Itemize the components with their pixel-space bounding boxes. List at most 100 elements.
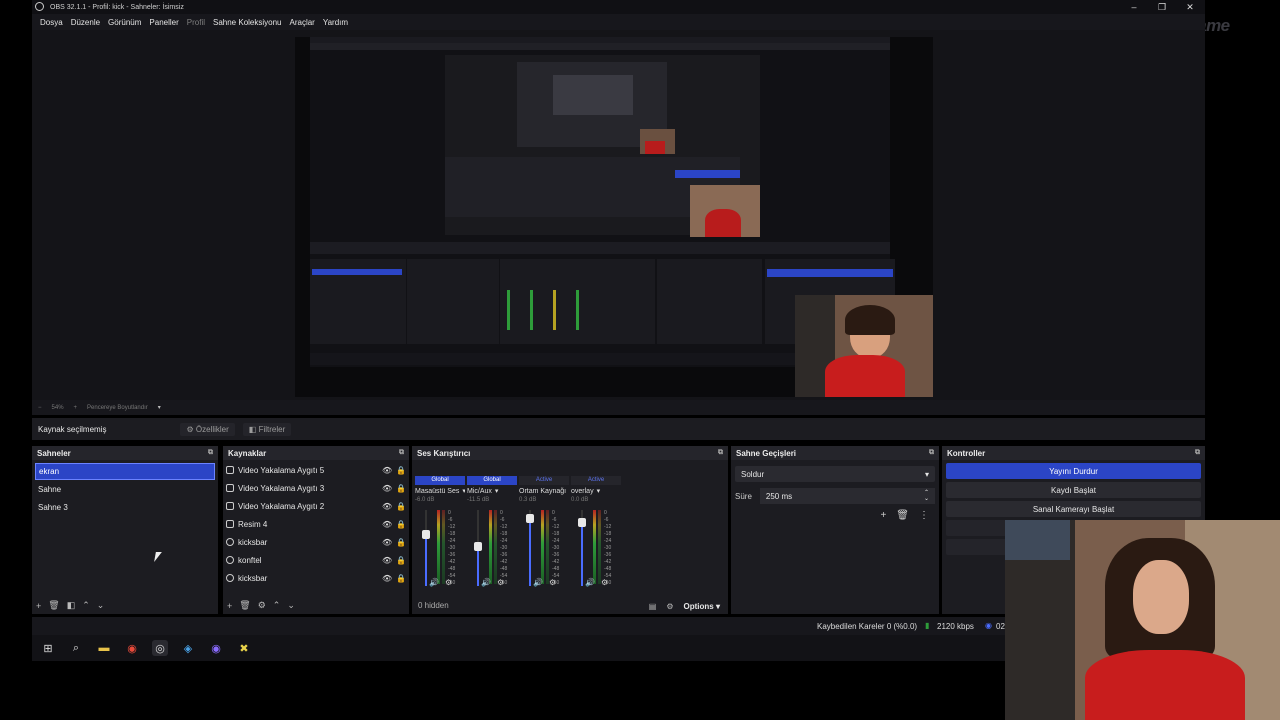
- undock-icon[interactable]: ⧉: [1195, 449, 1200, 457]
- minimize-button[interactable]: –: [1120, 0, 1148, 14]
- channel-settings-icon[interactable]: ⚙: [601, 578, 608, 587]
- visibility-eye-icon[interactable]: 👁: [382, 556, 392, 565]
- db-tick: -42: [552, 559, 560, 565]
- source-item[interactable]: Video Yakalama Aygıtı 5 👁 🔒: [223, 461, 409, 479]
- visibility-eye-icon[interactable]: 👁: [382, 484, 392, 493]
- lock-icon[interactable]: 🔒: [396, 520, 406, 529]
- add-transition-button[interactable]: +: [880, 510, 886, 521]
- folder-icon[interactable]: ▬: [96, 640, 112, 656]
- stepper-icon[interactable]: ⌃ ⌄: [924, 490, 929, 502]
- remove-source-button[interactable]: 🗑: [239, 600, 250, 611]
- zoom-in-button[interactable]: +: [74, 405, 78, 411]
- volume-knob[interactable]: [474, 541, 482, 551]
- tool-icon[interactable]: ✖: [236, 640, 252, 656]
- source-properties-button[interactable]: ⚙: [258, 600, 266, 611]
- search-icon[interactable]: ⌕: [68, 640, 84, 656]
- restore-button[interactable]: ❐: [1148, 0, 1176, 14]
- scene-item[interactable]: ekran: [35, 463, 215, 480]
- channel-name-dropdown[interactable]: Ortam Kaynağı▾: [519, 485, 569, 497]
- lock-icon[interactable]: 🔒: [396, 556, 406, 565]
- move-down-button[interactable]: ⌄: [97, 600, 105, 611]
- lock-icon[interactable]: 🔒: [396, 466, 406, 475]
- obs-icon[interactable]: ◎: [152, 640, 168, 656]
- move-up-button[interactable]: ⌃: [273, 600, 281, 611]
- lock-icon[interactable]: 🔒: [396, 484, 406, 493]
- chevron-down-icon[interactable]: ▾: [158, 404, 161, 411]
- start-virtual-camera-button[interactable]: Sanal Kamerayı Başlat: [946, 501, 1201, 517]
- speaker-icon[interactable]: 🔊: [429, 578, 439, 587]
- options-button[interactable]: Options ▾: [684, 602, 720, 611]
- db-tick: -18: [500, 531, 508, 537]
- sources-dock: Kaynaklar ⧉ Video Yakalama Aygıtı 5 👁 🔒 Vid…: [223, 446, 409, 614]
- undock-icon[interactable]: ⧉: [929, 449, 934, 457]
- stop-streaming-button[interactable]: Yayını Durdur: [946, 463, 1201, 479]
- visibility-eye-icon[interactable]: 👁: [382, 466, 392, 475]
- mixer-settings-icon[interactable]: ⚙: [666, 602, 673, 611]
- browser-app-icon[interactable]: ◉: [208, 640, 224, 656]
- menu-help[interactable]: Yardım: [323, 18, 348, 27]
- source-item[interactable]: kicksbar 👁 🔒: [223, 533, 409, 551]
- visibility-eye-icon[interactable]: 👁: [382, 538, 392, 547]
- scene-filters-button[interactable]: ◧: [67, 600, 76, 611]
- menu-edit[interactable]: Düzenle: [71, 18, 100, 27]
- zoom-out-button[interactable]: −: [38, 405, 42, 411]
- menu-view[interactable]: Görünüm: [108, 18, 141, 27]
- volume-slider[interactable]: [425, 510, 427, 586]
- menu-bar: Dosya Düzenle Görünüm Paneller Profil Sa…: [32, 14, 1205, 30]
- speaker-icon[interactable]: 🔊: [533, 578, 543, 587]
- start-recording-button[interactable]: Kaydı Başlat: [946, 482, 1201, 498]
- mixer-title: Ses Karıştırıcı: [417, 448, 471, 458]
- channel-settings-icon[interactable]: ⚙: [549, 578, 556, 587]
- chrome-icon[interactable]: ◉: [124, 640, 140, 656]
- add-scene-button[interactable]: +: [36, 601, 41, 611]
- menu-docks[interactable]: Paneller: [149, 18, 178, 27]
- scene-item[interactable]: Sahne 3: [35, 499, 215, 516]
- source-item[interactable]: kicksbar 👁 🔒: [223, 569, 409, 587]
- close-button[interactable]: ✕: [1176, 0, 1204, 14]
- source-item[interactable]: Video Yakalama Aygıtı 3 👁 🔒: [223, 479, 409, 497]
- filters-button[interactable]: ◧ Filtreler: [242, 422, 292, 436]
- layout-icon[interactable]: ▤: [649, 602, 657, 611]
- app-icon[interactable]: ◈: [180, 640, 196, 656]
- speaker-icon[interactable]: 🔊: [585, 578, 595, 587]
- duration-field[interactable]: 250 ms ⌃ ⌄: [759, 488, 935, 504]
- properties-button[interactable]: ⚙ Özellikler: [180, 422, 235, 436]
- move-up-button[interactable]: ⌃: [82, 600, 90, 611]
- visibility-eye-icon[interactable]: 👁: [382, 520, 392, 529]
- visibility-eye-icon[interactable]: 👁: [382, 502, 392, 511]
- program-preview[interactable]: [295, 37, 933, 397]
- remove-scene-button[interactable]: 🗑: [48, 600, 59, 611]
- undock-icon[interactable]: ⧉: [718, 449, 723, 457]
- menu-tools[interactable]: Araçlar: [290, 18, 315, 27]
- volume-knob[interactable]: [422, 529, 430, 539]
- menu-profile[interactable]: Profil: [187, 18, 205, 27]
- undock-icon[interactable]: ⧉: [208, 449, 213, 457]
- more-options-icon[interactable]: ⋮: [919, 510, 929, 521]
- source-item[interactable]: Resim 4 👁 🔒: [223, 515, 409, 533]
- lock-icon[interactable]: 🔒: [396, 538, 406, 547]
- channel-name-dropdown[interactable]: Masaüstü Ses ▾: [415, 485, 465, 497]
- fit-window-button[interactable]: Pencereye Boyutlandır: [87, 405, 148, 411]
- volume-knob[interactable]: [526, 513, 534, 523]
- undock-icon[interactable]: ⧉: [399, 449, 404, 457]
- channel-settings-icon[interactable]: ⚙: [497, 578, 504, 587]
- menu-scene-collection[interactable]: Sahne Koleksiyonu: [213, 18, 282, 27]
- volume-knob[interactable]: [578, 518, 586, 528]
- source-item[interactable]: Video Yakalama Aygıtı 2 👁 🔒: [223, 497, 409, 515]
- source-item[interactable]: konftel 👁 🔒: [223, 551, 409, 569]
- speaker-icon[interactable]: 🔊: [481, 578, 491, 587]
- menu-file[interactable]: Dosya: [40, 18, 63, 27]
- no-source-label: Kaynak seçilmemiş: [38, 424, 107, 434]
- lock-icon[interactable]: 🔒: [396, 502, 406, 511]
- channel-name-dropdown[interactable]: Mic/Aux ▾: [467, 485, 517, 497]
- remove-transition-button[interactable]: 🗑: [896, 510, 909, 521]
- channel-name-dropdown[interactable]: overlay ▾: [571, 485, 621, 497]
- scene-item[interactable]: Sahne: [35, 481, 215, 498]
- add-source-button[interactable]: +: [227, 601, 232, 611]
- move-down-button[interactable]: ⌄: [287, 600, 295, 611]
- channel-settings-icon[interactable]: ⚙: [445, 578, 452, 587]
- windows-start-icon[interactable]: ⊞: [40, 640, 56, 656]
- transition-select[interactable]: Soldur ▾: [735, 466, 935, 482]
- visibility-eye-icon[interactable]: 👁: [382, 574, 392, 583]
- lock-icon[interactable]: 🔒: [396, 574, 406, 583]
